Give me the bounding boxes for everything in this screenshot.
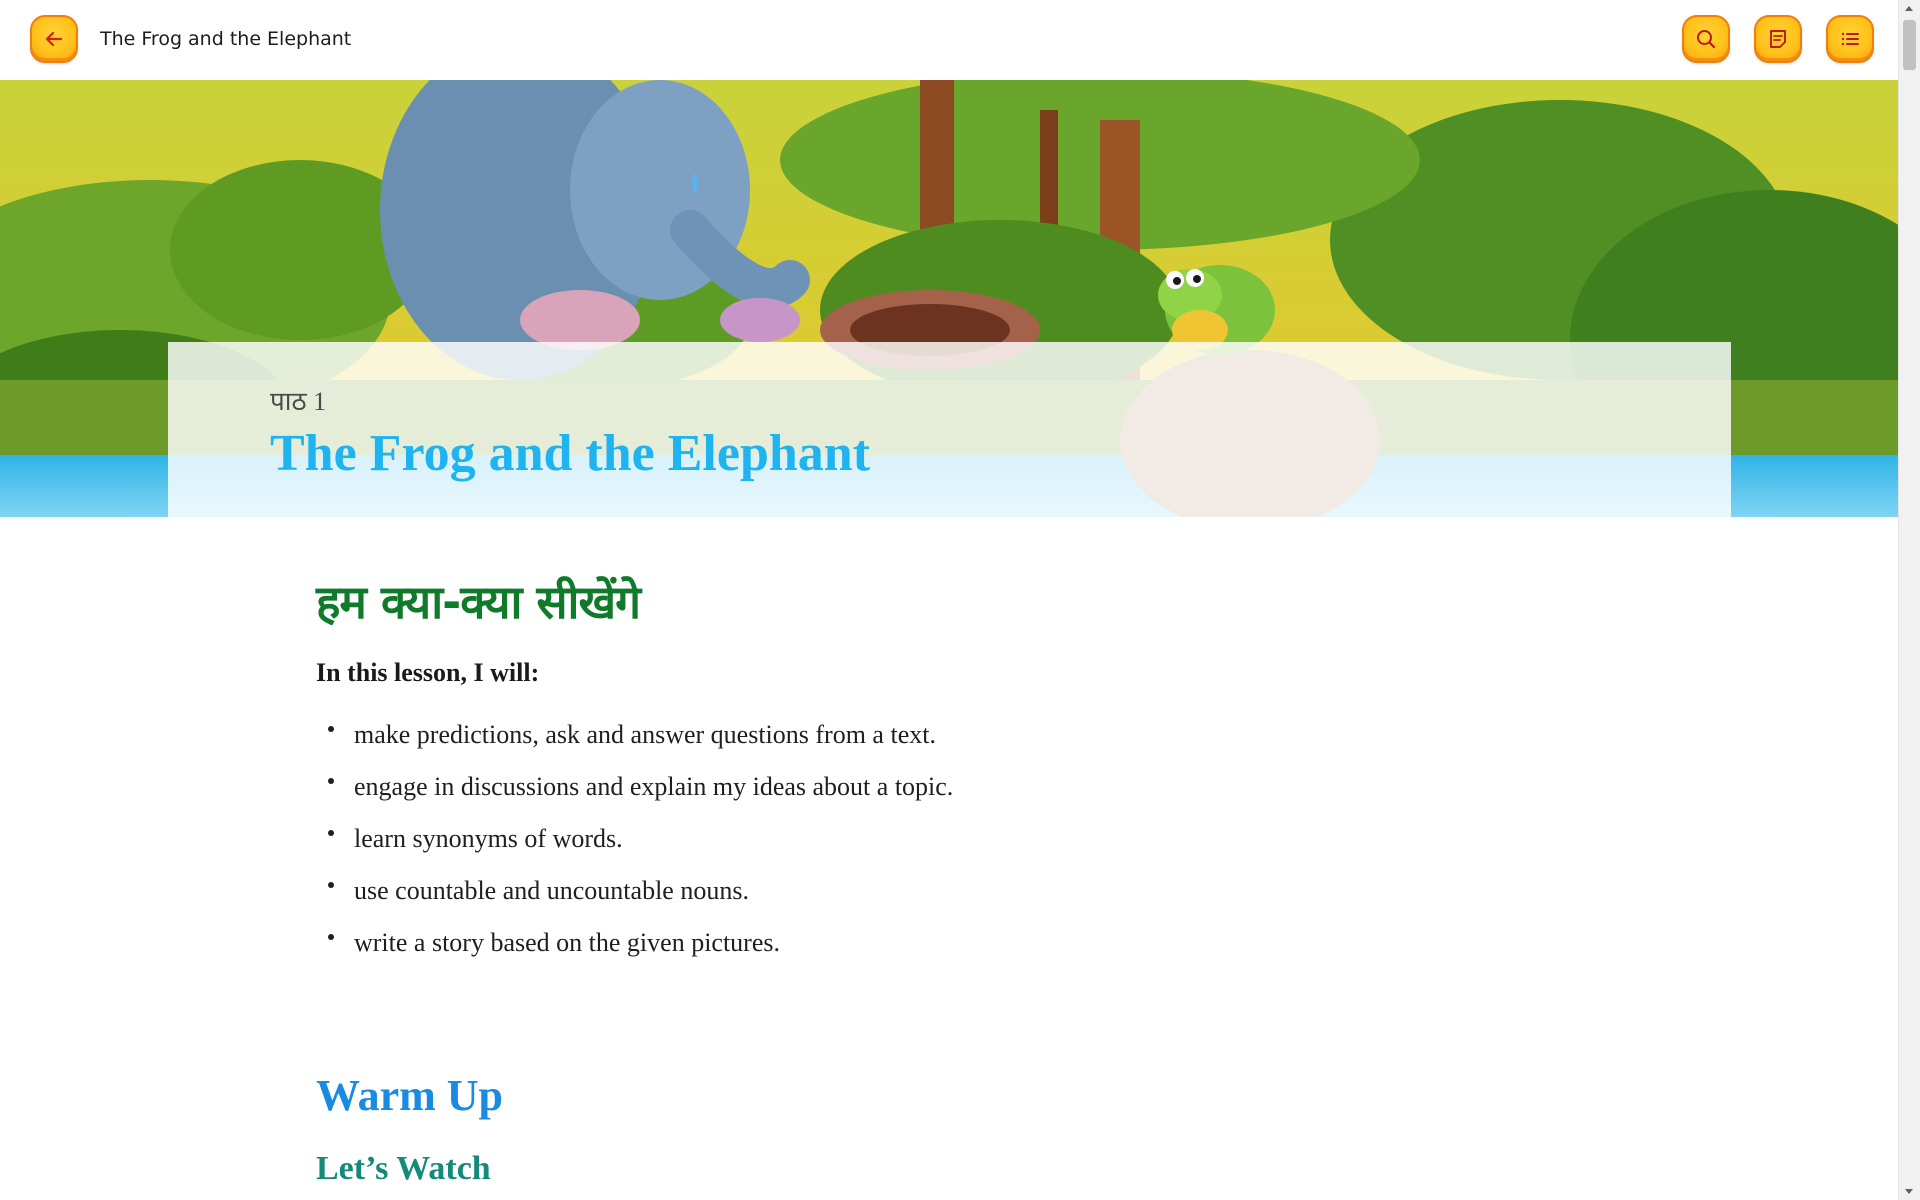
bullet-icon <box>328 830 334 836</box>
notes-icon <box>1770 30 1786 48</box>
notes-button[interactable] <box>1754 15 1802 63</box>
list-item: make predictions, ask and answer questio… <box>316 718 953 770</box>
top-bar: The Frog and the Elephant <box>0 0 1898 80</box>
search-button[interactable] <box>1682 15 1730 63</box>
list-item: use countable and uncountable nouns. <box>316 874 953 926</box>
objective-text: make predictions, ask and answer questio… <box>354 720 936 749</box>
app-title: The Frog and the Elephant <box>100 28 352 50</box>
list-item: engage in discussions and explain my ide… <box>316 770 953 822</box>
page-scrollbar[interactable] <box>1898 0 1920 1200</box>
arrow-left-icon <box>45 31 63 47</box>
back-button[interactable] <box>30 15 78 63</box>
lesson-number: पाठ 1 <box>270 387 327 416</box>
lesson-title: The Frog and the Elephant <box>270 425 871 482</box>
objective-text: use countable and uncountable nouns. <box>354 876 749 905</box>
hero-banner: पाठ 1 The Frog and the Elephant <box>0 80 1898 517</box>
contents-button[interactable] <box>1826 15 1874 63</box>
bullet-icon <box>328 882 334 888</box>
list-item: learn synonyms of words. <box>316 822 953 874</box>
scroll-up-arrow-icon[interactable] <box>1905 6 1913 11</box>
scrollbar-thumb[interactable] <box>1903 20 1916 70</box>
list-item: write a story based on the given picture… <box>316 926 953 978</box>
bullet-icon <box>328 778 334 784</box>
learning-objectives-heading: हम क्या-क्या सीखेंगे <box>316 575 641 629</box>
objective-text: learn synonyms of words. <box>354 824 623 853</box>
search-icon <box>1697 30 1716 49</box>
objectives-intro: In this lesson, I will: <box>316 658 540 687</box>
section-heading-warm-up: Warm Up <box>316 1071 503 1120</box>
subsection-heading-lets-watch: Let’s Watch <box>316 1150 491 1187</box>
objectives-list: make predictions, ask and answer questio… <box>316 718 953 978</box>
lesson-title-panel: पाठ 1 The Frog and the Elephant <box>168 342 1731 517</box>
scroll-down-arrow-icon[interactable] <box>1905 1189 1913 1194</box>
lesson-content: हम क्या-क्या सीखेंगे In this lesson, I w… <box>316 570 1616 1187</box>
bullet-icon <box>328 934 334 940</box>
list-icon <box>1841 32 1859 46</box>
objective-text: engage in discussions and explain my ide… <box>354 772 954 801</box>
bullet-icon <box>328 726 334 732</box>
objective-text: write a story based on the given picture… <box>354 928 780 957</box>
